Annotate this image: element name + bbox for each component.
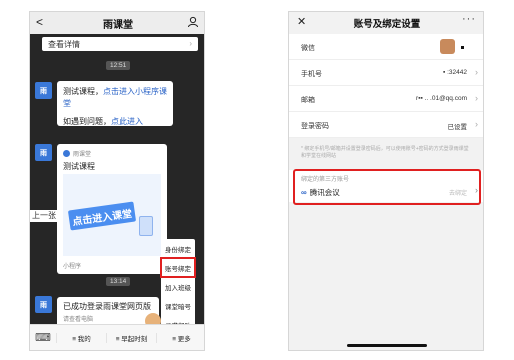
message-text: 如遇到问题， bbox=[63, 117, 111, 126]
rain-classroom-avatar: 雨 bbox=[35, 144, 52, 161]
menu-item-class-code[interactable]: 课堂暗号 bbox=[161, 296, 195, 315]
right-nav-bar: ✕ 账号及绑定设置 ··· bbox=[289, 12, 483, 34]
message-bubble: 测试课程，点击进入小程序课堂 如遇到问题，点此进入 bbox=[57, 81, 173, 126]
back-icon[interactable]: < bbox=[36, 15, 43, 29]
login-success-title: 已成功登录雨课堂网页版 bbox=[63, 302, 151, 311]
card-footer: 小程序 bbox=[63, 264, 82, 270]
password-label: 登录密码 bbox=[301, 123, 329, 130]
timestamp-chip: 13:14 bbox=[106, 277, 131, 286]
right-phone-screen: ✕ 账号及绑定设置 ··· 微信 手机号 ▪ :32442 › 邮箱 r▪▪ .… bbox=[288, 11, 484, 351]
view-detail-bar[interactable]: 查看详情 › bbox=[42, 37, 198, 51]
enter-class-banner-text: 点击进入课堂 bbox=[67, 201, 137, 231]
phone-row[interactable]: 手机号 ▪ :32442 › bbox=[289, 60, 483, 86]
menu-item-join-class[interactable]: 加入班级 bbox=[161, 277, 195, 296]
chevron-right-icon: › bbox=[189, 39, 192, 48]
home-indicator bbox=[347, 344, 427, 347]
card-source: 雨课堂 bbox=[63, 149, 91, 158]
more-menu: 身份绑定 账号绑定 加入班级 课堂暗号 寻求帮助 bbox=[160, 239, 196, 334]
right-page-title: 账号及绑定设置 bbox=[353, 19, 421, 30]
more-options-icon[interactable]: ··· bbox=[462, 13, 476, 25]
menu-item-identity-binding[interactable]: 身份绑定 bbox=[161, 239, 195, 258]
password-row[interactable]: 登录密码 已设置 › bbox=[289, 112, 483, 138]
highlight-box bbox=[293, 169, 481, 205]
phone-value: ▪ :32442 bbox=[443, 69, 467, 76]
timestamp-chip: 12:51 bbox=[106, 61, 131, 70]
close-icon[interactable]: ✕ bbox=[297, 15, 306, 28]
rain-classroom-avatar: 雨 bbox=[35, 296, 52, 313]
tab-more[interactable]: ≡ 更多 bbox=[156, 332, 204, 343]
user-icon[interactable] bbox=[187, 16, 199, 28]
miniprogram-card[interactable]: 雨课堂 测试课程 点击进入课堂 小程序 bbox=[57, 144, 167, 274]
left-phone-screen: < 雨课堂 查看详情 › 12:51 雨 测试课程，点击进入小程序课堂 如遇到问… bbox=[29, 11, 205, 351]
previous-slide-label: 上一张 bbox=[30, 210, 58, 222]
chevron-right-icon: › bbox=[475, 93, 478, 103]
wechat-label: 微信 bbox=[301, 45, 315, 52]
chat-area: 查看详情 › 12:51 雨 测试课程，点击进入小程序课堂 如遇到问题，点此进入… bbox=[30, 34, 204, 334]
help-link[interactable]: 点此进入 bbox=[111, 117, 143, 126]
menu-item-account-binding[interactable]: 账号绑定 bbox=[160, 257, 196, 278]
message-text: 测试课程， bbox=[63, 87, 103, 96]
email-row[interactable]: 邮箱 r▪▪ .. .01@qq.com › bbox=[289, 86, 483, 112]
tab-early-moment[interactable]: ≡ 早起时刻 bbox=[106, 332, 156, 343]
email-value: r▪▪ .. .01@qq.com bbox=[416, 95, 467, 102]
page: < 雨课堂 查看详情 › 12:51 雨 测试课程，点击进入小程序课堂 如遇到问… bbox=[0, 0, 514, 360]
left-nav-bar: < 雨课堂 bbox=[30, 12, 204, 34]
bottom-tab-bar: ⌨ ≡ 我的 ≡ 早起时刻 ≡ 更多 bbox=[30, 324, 204, 350]
phone-label: 手机号 bbox=[301, 71, 322, 78]
account-settings-list: 微信 手机号 ▪ :32442 › 邮箱 r▪▪ .. .01@qq.com ›… bbox=[289, 34, 483, 138]
view-detail-label: 查看详情 bbox=[48, 40, 80, 49]
card-title: 测试课程 bbox=[63, 162, 95, 171]
rain-classroom-logo-icon bbox=[63, 150, 70, 157]
email-label: 邮箱 bbox=[301, 97, 315, 104]
left-page-title: 雨课堂 bbox=[103, 19, 133, 31]
password-value: 已设置 bbox=[447, 124, 468, 131]
chevron-right-icon: › bbox=[475, 119, 478, 129]
wechat-avatar bbox=[440, 39, 455, 54]
chevron-right-icon: › bbox=[475, 67, 478, 77]
wechat-row[interactable]: 微信 bbox=[289, 34, 483, 60]
keyboard-toggle-icon[interactable]: ⌨ bbox=[30, 331, 56, 344]
card-banner: 点击进入课堂 bbox=[63, 174, 161, 256]
login-success-subtitle: 请查看电脑 bbox=[63, 317, 94, 323]
rain-classroom-avatar: 雨 bbox=[35, 82, 52, 99]
binding-note: * 绑定手机号/邮箱并设置登录密码后，可以使用账号+密码的方式登录雨课堂和学堂在… bbox=[301, 146, 469, 159]
wechat-nickname-masked bbox=[461, 46, 464, 49]
tab-mine[interactable]: ≡ 我的 bbox=[56, 332, 106, 343]
document-icon bbox=[139, 216, 153, 236]
